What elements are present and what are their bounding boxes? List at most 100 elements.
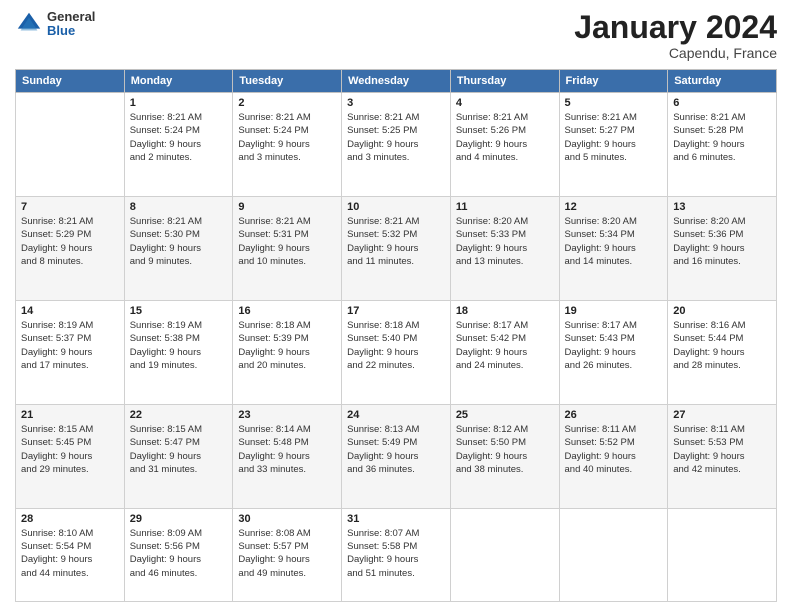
day-number: 25 xyxy=(456,409,554,421)
day-number: 11 xyxy=(456,201,554,213)
header-wednesday: Wednesday xyxy=(342,70,451,93)
table-row: 17 Sunrise: 8:18 AMSunset: 5:40 PMDayligh… xyxy=(342,301,451,405)
day-number: 31 xyxy=(347,513,445,525)
table-row: 10 Sunrise: 8:21 AMSunset: 5:32 PMDayligh… xyxy=(342,197,451,301)
day-number: 21 xyxy=(21,409,119,421)
table-row: 1Sunrise: 8:21 AMSunset: 5:24 PMDaylight… xyxy=(124,93,233,197)
day-number: 10 xyxy=(347,201,445,213)
day-number: 12 xyxy=(565,201,663,213)
header: General Blue January 2024 Capendu, Franc… xyxy=(15,10,777,61)
day-info: Sunrise: 8:21 AMSunset: 5:32 PMDaylight:… xyxy=(347,215,445,268)
day-info: Sunrise: 8:21 AMSunset: 5:27 PMDaylight:… xyxy=(565,111,663,164)
day-number: 13 xyxy=(673,201,771,213)
table-row: 21 Sunrise: 8:15 AMSunset: 5:45 PMDayligh… xyxy=(16,404,125,508)
table-row: 11 Sunrise: 8:20 AMSunset: 5:33 PMDayligh… xyxy=(450,197,559,301)
day-info: Sunrise: 8:08 AMSunset: 5:57 PMDaylight:… xyxy=(238,527,336,580)
day-info: Sunrise: 8:21 AMSunset: 5:28 PMDaylight:… xyxy=(673,111,771,164)
table-row: 15 Sunrise: 8:19 AMSunset: 5:38 PMDayligh… xyxy=(124,301,233,405)
day-info: Sunrise: 8:11 AMSunset: 5:52 PMDaylight:… xyxy=(565,423,663,476)
logo: General Blue xyxy=(15,10,95,39)
table-row: 5 Sunrise: 8:21 AMSunset: 5:27 PMDaylight… xyxy=(559,93,668,197)
table-row xyxy=(668,508,777,601)
day-number: 29 xyxy=(130,513,228,525)
day-number: 22 xyxy=(130,409,228,421)
day-number: 24 xyxy=(347,409,445,421)
logo-general-text: General xyxy=(47,10,95,24)
header-tuesday: Tuesday xyxy=(233,70,342,93)
day-number: 17 xyxy=(347,305,445,317)
day-number: 26 xyxy=(565,409,663,421)
day-info: Sunrise: 8:18 AMSunset: 5:39 PMDaylight:… xyxy=(238,319,336,372)
day-info: Sunrise: 8:20 AMSunset: 5:36 PMDaylight:… xyxy=(673,215,771,268)
logo-blue-text: Blue xyxy=(47,24,95,38)
day-number: 8 xyxy=(130,201,228,213)
day-info: Sunrise: 8:07 AMSunset: 5:58 PMDaylight:… xyxy=(347,527,445,580)
table-row: 30 Sunrise: 8:08 AMSunset: 5:57 PMDayligh… xyxy=(233,508,342,601)
header-friday: Friday xyxy=(559,70,668,93)
location: Capendu, France xyxy=(574,45,777,61)
day-number: 30 xyxy=(238,513,336,525)
header-saturday: Saturday xyxy=(668,70,777,93)
day-number: 7 xyxy=(21,201,119,213)
table-row xyxy=(450,508,559,601)
day-info: Sunrise: 8:15 AMSunset: 5:45 PMDaylight:… xyxy=(21,423,119,476)
day-number: 3 xyxy=(347,97,445,109)
table-row: 31 Sunrise: 8:07 AMSunset: 5:58 PMDayligh… xyxy=(342,508,451,601)
day-info: Sunrise: 8:20 AMSunset: 5:33 PMDaylight:… xyxy=(456,215,554,268)
table-row: 8 Sunrise: 8:21 AMSunset: 5:30 PMDaylight… xyxy=(124,197,233,301)
day-info: Sunrise: 8:21 AMSunset: 5:24 PMDaylight:… xyxy=(238,111,336,164)
header-thursday: Thursday xyxy=(450,70,559,93)
table-row: 29Sunrise: 8:09 AMSunset: 5:56 PMDayligh… xyxy=(124,508,233,601)
day-info: Sunrise: 8:14 AMSunset: 5:48 PMDaylight:… xyxy=(238,423,336,476)
table-row: 25Sunrise: 8:12 AMSunset: 5:50 PMDayligh… xyxy=(450,404,559,508)
day-number: 1 xyxy=(130,97,228,109)
table-row: 6Sunrise: 8:21 AMSunset: 5:28 PMDaylight… xyxy=(668,93,777,197)
table-row xyxy=(16,93,125,197)
table-row: 13 Sunrise: 8:20 AMSunset: 5:36 PMDayligh… xyxy=(668,197,777,301)
table-row: 3Sunrise: 8:21 AMSunset: 5:25 PMDaylight… xyxy=(342,93,451,197)
day-number: 16 xyxy=(238,305,336,317)
table-row: 27 Sunrise: 8:11 AMSunset: 5:53 PMDayligh… xyxy=(668,404,777,508)
day-info: Sunrise: 8:16 AMSunset: 5:44 PMDaylight:… xyxy=(673,319,771,372)
table-row: 28 Sunrise: 8:10 AMSunset: 5:54 PMDayligh… xyxy=(16,508,125,601)
day-info: Sunrise: 8:15 AMSunset: 5:47 PMDaylight:… xyxy=(130,423,228,476)
logo-icon xyxy=(15,10,43,38)
day-info: Sunrise: 8:17 AMSunset: 5:42 PMDaylight:… xyxy=(456,319,554,372)
day-info: Sunrise: 8:18 AMSunset: 5:40 PMDaylight:… xyxy=(347,319,445,372)
table-row: 2 Sunrise: 8:21 AMSunset: 5:24 PMDaylight… xyxy=(233,93,342,197)
day-info: Sunrise: 8:20 AMSunset: 5:34 PMDaylight:… xyxy=(565,215,663,268)
table-row: 16 Sunrise: 8:18 AMSunset: 5:39 PMDayligh… xyxy=(233,301,342,405)
day-number: 14 xyxy=(21,305,119,317)
day-number: 27 xyxy=(673,409,771,421)
day-info: Sunrise: 8:21 AMSunset: 5:26 PMDaylight:… xyxy=(456,111,554,164)
table-row: 19 Sunrise: 8:17 AMSunset: 5:43 PMDayligh… xyxy=(559,301,668,405)
day-number: 20 xyxy=(673,305,771,317)
month-title: January 2024 xyxy=(574,10,777,45)
header-sunday: Sunday xyxy=(16,70,125,93)
table-row: 24 Sunrise: 8:13 AMSunset: 5:49 PMDayligh… xyxy=(342,404,451,508)
header-monday: Monday xyxy=(124,70,233,93)
table-row: 20 Sunrise: 8:16 AMSunset: 5:44 PMDayligh… xyxy=(668,301,777,405)
day-number: 23 xyxy=(238,409,336,421)
weekday-header-row: Sunday Monday Tuesday Wednesday Thursday… xyxy=(16,70,777,93)
day-info: Sunrise: 8:21 AMSunset: 5:30 PMDaylight:… xyxy=(130,215,228,268)
day-info: Sunrise: 8:13 AMSunset: 5:49 PMDaylight:… xyxy=(347,423,445,476)
day-number: 5 xyxy=(565,97,663,109)
day-number: 28 xyxy=(21,513,119,525)
table-row: 14Sunrise: 8:19 AMSunset: 5:37 PMDayligh… xyxy=(16,301,125,405)
day-number: 2 xyxy=(238,97,336,109)
day-number: 15 xyxy=(130,305,228,317)
table-row: 12 Sunrise: 8:20 AMSunset: 5:34 PMDayligh… xyxy=(559,197,668,301)
day-info: Sunrise: 8:11 AMSunset: 5:53 PMDaylight:… xyxy=(673,423,771,476)
day-info: Sunrise: 8:21 AMSunset: 5:31 PMDaylight:… xyxy=(238,215,336,268)
day-info: Sunrise: 8:21 AMSunset: 5:29 PMDaylight:… xyxy=(21,215,119,268)
day-info: Sunrise: 8:17 AMSunset: 5:43 PMDaylight:… xyxy=(565,319,663,372)
day-info: Sunrise: 8:19 AMSunset: 5:38 PMDaylight:… xyxy=(130,319,228,372)
table-row: 26 Sunrise: 8:11 AMSunset: 5:52 PMDayligh… xyxy=(559,404,668,508)
table-row: 18Sunrise: 8:17 AMSunset: 5:42 PMDayligh… xyxy=(450,301,559,405)
table-row: 7 Sunrise: 8:21 AMSunset: 5:29 PMDaylight… xyxy=(16,197,125,301)
day-number: 19 xyxy=(565,305,663,317)
day-info: Sunrise: 8:10 AMSunset: 5:54 PMDaylight:… xyxy=(21,527,119,580)
calendar-table: Sunday Monday Tuesday Wednesday Thursday… xyxy=(15,69,777,602)
day-number: 9 xyxy=(238,201,336,213)
